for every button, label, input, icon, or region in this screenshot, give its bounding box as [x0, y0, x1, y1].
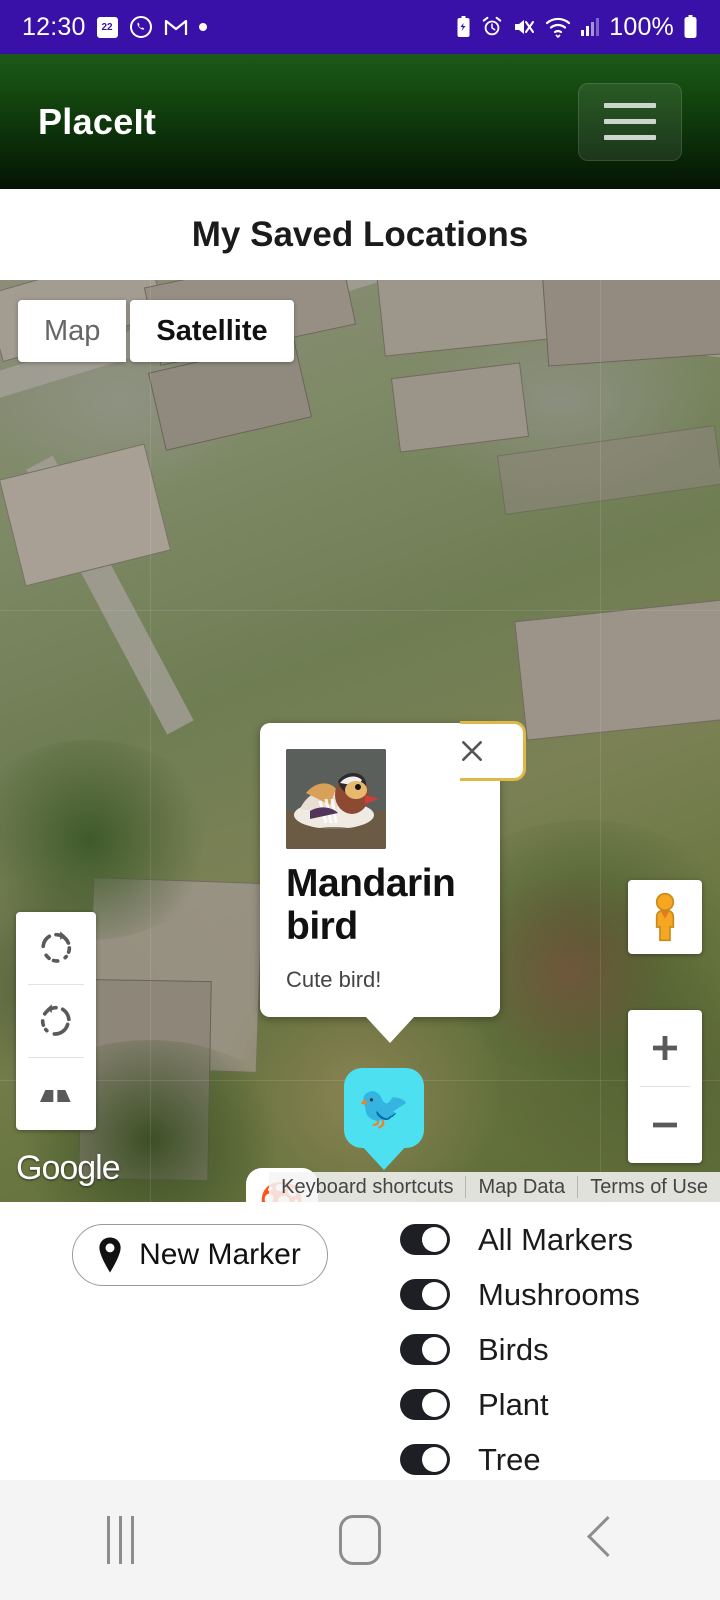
toggle-knob — [422, 1282, 447, 1307]
zoom-out-button[interactable] — [628, 1087, 702, 1163]
calendar-icon: 22 — [97, 17, 118, 38]
home-icon — [339, 1515, 381, 1565]
tile-seam — [0, 610, 720, 611]
status-bar-left: 12:30 22 — [22, 13, 207, 42]
mute-vibrate-icon — [512, 16, 536, 38]
filter-label: Tree — [478, 1442, 541, 1478]
zoom-in-button[interactable] — [628, 1010, 702, 1086]
filter-plant[interactable]: Plant — [400, 1377, 720, 1432]
dot-icon — [199, 23, 207, 31]
marker-photo — [286, 749, 386, 849]
back-icon — [587, 1518, 613, 1562]
new-marker-column: New Marker — [0, 1202, 400, 1480]
status-bar-right: 100% — [455, 13, 698, 42]
app-header: PlaceIt — [0, 54, 720, 189]
filter-label: Birds — [478, 1332, 549, 1368]
page-title: My Saved Locations — [0, 189, 720, 280]
map-type-toggle[interactable]: Map Satellite — [18, 300, 294, 362]
alarm-icon — [481, 16, 503, 38]
hamburger-menu-button[interactable] — [578, 83, 682, 161]
map-canvas[interactable]: Map Satellite rist Church ♛ — [0, 280, 720, 1202]
new-marker-button[interactable]: New Marker — [72, 1224, 328, 1286]
toggle-switch[interactable] — [400, 1279, 450, 1310]
rotate-counterclockwise-icon[interactable] — [16, 985, 96, 1057]
cellular-signal-icon — [580, 17, 600, 37]
street-view-pegman-button[interactable] — [628, 880, 702, 954]
gmail-icon — [164, 17, 188, 37]
tile-seam — [600, 280, 601, 1202]
bird-marker[interactable]: 🐦 — [344, 1068, 424, 1172]
toggle-switch[interactable] — [400, 1389, 450, 1420]
toggle-switch[interactable] — [400, 1224, 450, 1255]
battery-icon — [683, 15, 698, 39]
map-type-satellite-button[interactable]: Satellite — [130, 300, 293, 362]
rotate-clockwise-icon[interactable] — [16, 912, 96, 984]
map-rotate-controls[interactable] — [16, 912, 96, 1130]
building — [391, 362, 529, 452]
hamburger-line — [604, 103, 656, 108]
calendar-day: 22 — [102, 23, 113, 33]
map-attribution: Keyboard shortcuts Map Data Terms of Use — [269, 1172, 720, 1202]
filter-mushrooms[interactable]: Mushrooms — [400, 1267, 720, 1322]
google-logo: Google — [16, 1149, 120, 1188]
toggle-knob — [422, 1337, 447, 1362]
map-pin-icon — [95, 1236, 125, 1274]
bottom-panel: New Marker All Markers Mushrooms Birds P… — [0, 1202, 720, 1480]
status-time: 12:30 — [22, 13, 86, 42]
tilt-view-icon[interactable] — [16, 1058, 96, 1130]
building — [542, 280, 720, 367]
filter-label: Plant — [478, 1387, 549, 1423]
app-title: PlaceIt — [38, 101, 156, 143]
toggle-knob — [422, 1392, 447, 1417]
back-button[interactable] — [540, 1480, 660, 1600]
wifi-icon — [545, 16, 571, 38]
keyboard-shortcuts-link[interactable]: Keyboard shortcuts — [269, 1176, 465, 1199]
hamburger-line — [604, 135, 656, 140]
filter-label: Mushrooms — [478, 1277, 640, 1313]
recents-button[interactable] — [60, 1480, 180, 1600]
info-window-title: Mandarin bird — [286, 863, 476, 949]
recents-icon — [107, 1516, 134, 1564]
toggle-knob — [422, 1227, 447, 1252]
filter-label: All Markers — [478, 1222, 633, 1258]
status-bar: 12:30 22 1 — [0, 0, 720, 54]
new-marker-label: New Marker — [139, 1238, 301, 1272]
home-button[interactable] — [300, 1480, 420, 1600]
toggle-knob — [422, 1447, 447, 1472]
info-window-description: Cute bird! — [286, 967, 476, 993]
app-root: 12:30 22 1 — [0, 0, 720, 1600]
filter-birds[interactable]: Birds — [400, 1322, 720, 1377]
battery-percent: 100% — [609, 13, 674, 42]
bird-icon: 🐦 — [344, 1068, 424, 1148]
hamburger-line — [604, 119, 656, 124]
filter-tree[interactable]: Tree — [400, 1432, 720, 1487]
filter-all-markers[interactable]: All Markers — [400, 1212, 720, 1267]
filter-toggles: All Markers Mushrooms Birds Plant Tree — [400, 1202, 720, 1480]
close-icon[interactable] — [450, 729, 494, 773]
map-data-link[interactable]: Map Data — [466, 1176, 577, 1199]
map-zoom-controls[interactable] — [628, 1010, 702, 1163]
toggle-switch[interactable] — [400, 1334, 450, 1365]
terms-of-use-link[interactable]: Terms of Use — [578, 1176, 720, 1199]
marker-info-window: Mandarin bird Cute bird! — [260, 723, 500, 1017]
battery-saver-icon — [455, 15, 472, 39]
map-type-map-button[interactable]: Map — [18, 300, 126, 362]
toggle-switch[interactable] — [400, 1444, 450, 1475]
whatsapp-icon — [129, 15, 153, 39]
android-nav-bar — [0, 1480, 720, 1600]
building — [514, 599, 720, 740]
tile-seam — [150, 280, 151, 1202]
pegman-icon — [644, 892, 686, 942]
